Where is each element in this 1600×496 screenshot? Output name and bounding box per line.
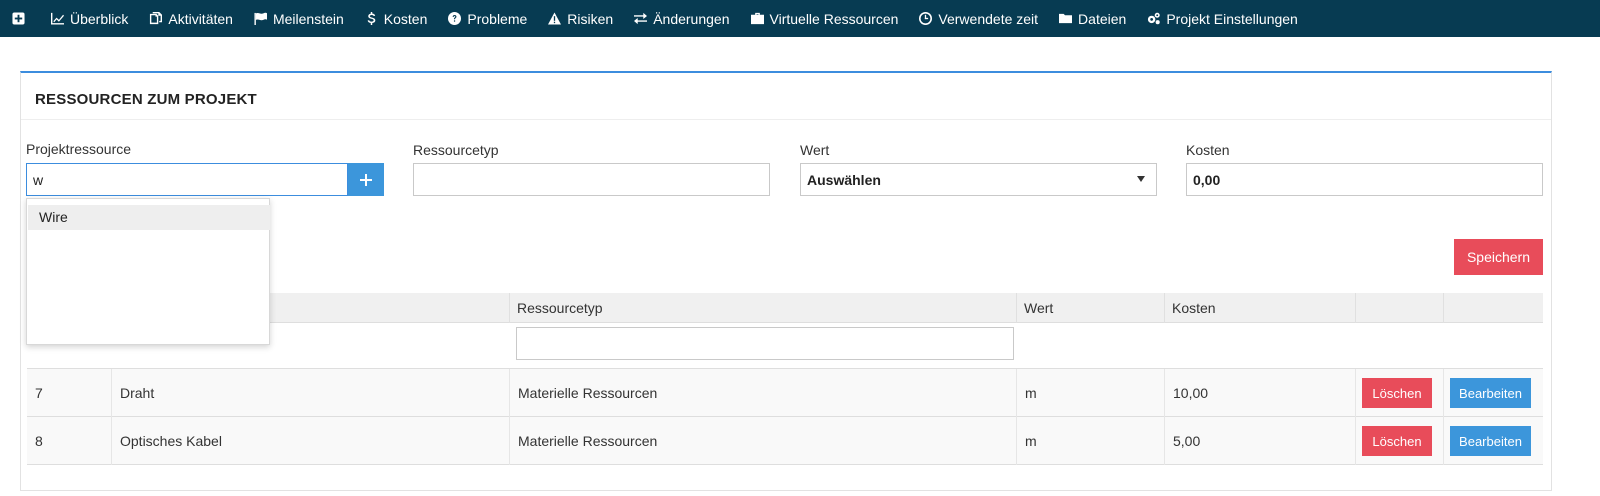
ressourcetyp-label: Ressourcetyp: [413, 142, 499, 158]
col-header-delete: [1355, 293, 1443, 323]
briefcase-icon: [750, 12, 764, 25]
nav-label: Probleme: [467, 10, 528, 27]
table-row: 7 Draht Materielle Ressourcen m 10,00 Lö…: [27, 369, 1543, 417]
flag-icon: [254, 12, 267, 25]
kosten-label: Kosten: [1186, 142, 1230, 158]
nav-label: Risiken: [567, 10, 614, 27]
nav-aktivitaeten[interactable]: Aktivitäten: [149, 11, 233, 27]
delete-button[interactable]: Löschen: [1362, 378, 1432, 408]
nav-risiken[interactable]: Risiken: [548, 11, 613, 27]
col-header-wert: Wert: [1016, 293, 1164, 323]
chart-line-icon: [51, 12, 64, 25]
question-circle-icon: [448, 12, 462, 25]
wert-select[interactable]: Auswählen: [800, 163, 1157, 196]
wert-label: Wert: [800, 142, 830, 158]
nav-kosten[interactable]: Kosten: [365, 10, 428, 27]
col-header-ressourcetyp: Ressourcetyp: [509, 293, 1016, 323]
nav-label: Projekt Einstellungen: [1166, 10, 1298, 27]
cell-id: 7: [35, 385, 43, 401]
wert-selected-value: Auswählen: [807, 171, 881, 188]
delete-button[interactable]: Löschen: [1362, 426, 1432, 456]
cell-kosten: 5,00: [1164, 417, 1355, 465]
edit-button[interactable]: Bearbeiten: [1450, 426, 1531, 456]
add-icon[interactable]: [12, 12, 31, 25]
dollar-icon: [367, 12, 376, 25]
nav-uberblick[interactable]: Überblick: [51, 11, 128, 27]
nav-label: Überblick: [70, 10, 129, 27]
panel-title: RESSOURCEN ZUM PROJEKT: [35, 91, 257, 108]
autocomplete-option[interactable]: Wire: [28, 205, 270, 230]
nav-label: Dateien: [1078, 10, 1127, 27]
folder-icon: [1059, 13, 1073, 24]
cell-name: Draht: [111, 369, 509, 417]
kosten-input[interactable]: [1186, 163, 1543, 196]
nav-dateien[interactable]: Dateien: [1059, 11, 1126, 27]
ressourcetyp-filter-input[interactable]: [516, 327, 1014, 360]
cell-kosten: 10,00: [1164, 369, 1355, 417]
autocomplete-dropdown: Wire: [26, 198, 270, 345]
nav-label: Virtuelle Ressourcen: [769, 10, 899, 27]
cell-wert: m: [1016, 417, 1164, 465]
nav-projekt-einstellungen[interactable]: Projekt Einstellungen: [1147, 11, 1298, 27]
nav-aenderungen[interactable]: Änderungen: [634, 10, 730, 27]
warning-icon: [548, 12, 562, 25]
table-row: 8 Optisches Kabel Materielle Ressourcen …: [27, 417, 1543, 465]
col-header-kosten: Kosten: [1164, 293, 1355, 323]
copy-icon: [150, 12, 163, 25]
nav-label: Verwendete zeit: [938, 10, 1039, 27]
panel-divider: [21, 119, 1551, 120]
nav-label: Aktivitäten: [168, 10, 233, 27]
add-resource-button[interactable]: [348, 163, 384, 196]
clock-icon: [919, 12, 933, 25]
edit-button[interactable]: Bearbeiten: [1450, 378, 1531, 408]
ressourcetyp-input[interactable]: [413, 163, 770, 196]
nav-virtuelle-ressourcen[interactable]: Virtuelle Ressourcen: [750, 10, 899, 27]
cell-wert: m: [1016, 369, 1164, 417]
plus-icon: [360, 173, 372, 186]
projektressource-input[interactable]: [26, 163, 348, 196]
cell-id: 8: [35, 433, 43, 449]
cell-name: Optisches Kabel: [111, 417, 509, 465]
nav-verwendete-zeit[interactable]: Verwendete zeit: [919, 11, 1038, 27]
plus-square-icon: [12, 12, 25, 25]
col-header-edit: [1443, 293, 1543, 323]
nav-meilenstein[interactable]: Meilenstein: [254, 11, 344, 27]
nav-label: Meilenstein: [272, 10, 344, 27]
nav-label: Änderungen: [653, 10, 730, 27]
exchange-icon: [634, 12, 648, 25]
top-navbar: Überblick Aktivitäten Meilenstein Kosten…: [0, 0, 1600, 37]
cell-ressourcetyp: Materielle Ressourcen: [509, 417, 1016, 465]
nav-probleme[interactable]: Probleme: [448, 11, 527, 27]
save-button[interactable]: Speichern: [1454, 239, 1543, 275]
projektressource-label: Projektressource: [26, 141, 132, 157]
gears-icon: [1148, 12, 1161, 25]
nav-label: Kosten: [383, 10, 428, 27]
cell-ressourcetyp: Materielle Ressourcen: [509, 369, 1016, 417]
caret-down-icon: [1137, 176, 1145, 182]
